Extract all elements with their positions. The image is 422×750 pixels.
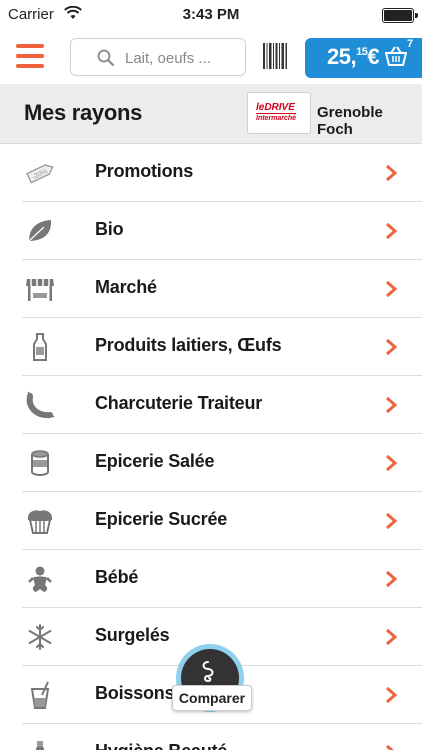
store-logo-line1: leDRIVE	[256, 102, 295, 113]
leaf-icon	[24, 217, 56, 245]
chevron-right-icon	[384, 396, 398, 414]
chevron-right-icon	[384, 454, 398, 472]
milk-bottle-icon	[24, 333, 56, 361]
list-item[interactable]: Epicerie Salée	[22, 434, 422, 492]
list-item[interactable]: Charcuterie Traiteur	[22, 376, 422, 434]
chevron-right-icon	[384, 628, 398, 646]
list-item-label: Charcuterie Traiteur	[95, 393, 263, 413]
page-title: Mes rayons	[24, 100, 143, 125]
store-logo[interactable]: leDRIVE Intermarché	[247, 92, 311, 134]
status-bar: Carrier 3:43 PM	[0, 0, 422, 30]
search-input[interactable]	[125, 47, 241, 69]
list-item-label: Boissons	[95, 683, 175, 703]
top-bar: 25,15€ 7	[0, 30, 422, 84]
list-item-label: Epicerie Sucrée	[95, 509, 228, 529]
chevron-right-icon	[384, 686, 398, 704]
chevron-right-icon	[384, 164, 398, 182]
chevron-right-icon	[384, 280, 398, 298]
cupcake-icon	[24, 507, 56, 535]
list-item-label: Promotions	[95, 161, 194, 181]
list-item[interactable]: Epicerie Sucrée	[22, 492, 422, 550]
list-item-label: Bébé	[95, 567, 139, 587]
baby-icon	[24, 565, 56, 593]
snowflake-icon	[24, 623, 56, 651]
list-item[interactable]: Bébé	[22, 550, 422, 608]
chevron-right-icon	[384, 570, 398, 588]
drink-glass-icon	[24, 681, 56, 709]
store-logo-line2: Intermarché	[256, 113, 297, 122]
cart-item-count: 7	[407, 38, 414, 50]
cart-button[interactable]: 25,15€ 7	[305, 38, 422, 78]
search-field[interactable]	[70, 38, 246, 76]
hamburger-menu-icon[interactable]	[16, 44, 44, 68]
search-icon	[97, 49, 115, 67]
battery-icon	[382, 8, 418, 23]
list-item[interactable]: Produits laitiers, Œufs	[22, 318, 422, 376]
list-item[interactable]: Marché	[22, 260, 422, 318]
compare-scale-icon	[202, 661, 214, 683]
basket-icon	[384, 46, 408, 71]
store-name[interactable]: Grenoble Foch	[317, 104, 422, 138]
market-stall-icon	[24, 275, 56, 303]
sausage-icon	[24, 391, 56, 419]
status-time: 3:43 PM	[182, 6, 240, 23]
chevron-right-icon	[384, 338, 398, 356]
chevron-right-icon	[384, 512, 398, 530]
cart-amount: 25,15€	[327, 44, 380, 69]
list-item[interactable]: -20% Promotions	[22, 144, 422, 202]
list-item-label: Marché	[95, 277, 157, 297]
promotion-tag-icon: -20%	[24, 159, 56, 187]
list-item-label: Epicerie Salée	[95, 451, 215, 471]
section-header: Mes rayons leDRIVE Intermarché Grenoble …	[0, 84, 422, 144]
barcode-scan-icon[interactable]	[263, 43, 287, 69]
compare-label[interactable]: Comparer	[172, 685, 252, 711]
list-item-label: Hygiène Beauté	[95, 741, 227, 750]
can-icon	[24, 449, 56, 477]
chevron-right-icon	[384, 744, 398, 750]
beauty-icon	[24, 739, 56, 750]
list-item-label: Produits laitiers, Œufs	[95, 335, 282, 355]
cart-cents: 15	[356, 46, 368, 58]
list-item[interactable]: Bio	[22, 202, 422, 260]
cart-currency: €	[367, 44, 380, 69]
list-item-label: Bio	[95, 219, 124, 239]
chevron-right-icon	[384, 222, 398, 240]
list-item-label: Surgelés	[95, 625, 170, 645]
list-item[interactable]: Hygiène Beauté	[22, 724, 422, 750]
